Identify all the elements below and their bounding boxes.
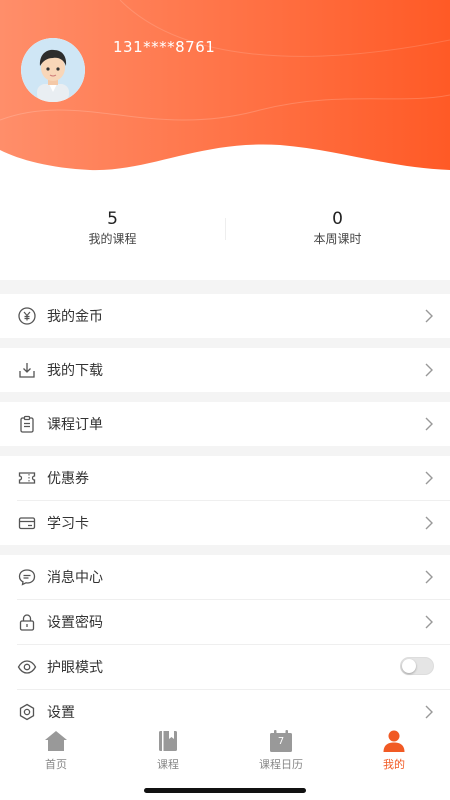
tab-label: 课程 bbox=[157, 758, 179, 771]
gear-icon bbox=[17, 702, 37, 722]
menu-item-orders[interactable]: 课程订单 bbox=[0, 402, 450, 446]
stat-weekly-hours[interactable]: 0 本周课时 bbox=[225, 208, 450, 248]
menu-item-label: 我的金币 bbox=[47, 309, 103, 325]
chevron-right-icon bbox=[425, 570, 433, 584]
avatar[interactable] bbox=[21, 38, 85, 102]
menu-item-label: 设置 bbox=[47, 705, 75, 721]
chevron-right-icon bbox=[425, 705, 433, 719]
tab-course-calendar[interactable]: 7 课程日历 bbox=[225, 726, 337, 772]
section-separator bbox=[0, 338, 450, 348]
menu-item-downloads[interactable]: 我的下载 bbox=[0, 348, 450, 392]
message-icon bbox=[17, 567, 37, 587]
download-icon bbox=[17, 360, 37, 380]
menu-item-label: 优惠券 bbox=[47, 471, 89, 487]
lock-icon bbox=[17, 612, 37, 632]
menu-item-label: 护眼模式 bbox=[47, 660, 103, 676]
stat-label: 我的课程 bbox=[88, 232, 137, 246]
tab-label: 我的 bbox=[383, 758, 405, 771]
home-indicator bbox=[144, 788, 306, 793]
home-icon bbox=[0, 728, 112, 752]
person-icon bbox=[338, 728, 450, 752]
book-icon bbox=[112, 728, 224, 752]
menu-item-messages[interactable]: 消息中心 bbox=[0, 555, 450, 599]
menu-item-label: 学习卡 bbox=[47, 516, 89, 532]
tab-label: 课程日历 bbox=[259, 758, 303, 771]
stats-panel: 5 我的课程 0 本周课时 bbox=[0, 204, 450, 264]
card-icon bbox=[17, 513, 37, 533]
eye-mode-toggle[interactable] bbox=[400, 657, 434, 675]
chevron-right-icon bbox=[425, 309, 433, 323]
menu-item-label: 我的下载 bbox=[47, 363, 103, 379]
calendar-day: 7 bbox=[277, 736, 285, 747]
section-separator bbox=[0, 280, 450, 294]
chevron-right-icon bbox=[425, 516, 433, 530]
menu-item-label: 课程订单 bbox=[47, 417, 103, 433]
menu-item-eye-mode: 护眼模式 bbox=[0, 645, 450, 689]
section-separator bbox=[0, 392, 450, 402]
menu-item-set-password[interactable]: 设置密码 bbox=[0, 600, 450, 644]
avatar-image bbox=[21, 38, 85, 102]
tab-courses[interactable]: 课程 bbox=[112, 726, 224, 772]
section-separator bbox=[0, 446, 450, 456]
tab-home[interactable]: 首页 bbox=[0, 726, 112, 772]
stat-value: 0 bbox=[332, 209, 343, 229]
chevron-right-icon bbox=[425, 417, 433, 431]
stat-label: 本周课时 bbox=[313, 232, 362, 246]
toggle-knob bbox=[402, 659, 416, 673]
tab-mine[interactable]: 我的 bbox=[338, 726, 450, 772]
chevron-right-icon bbox=[425, 471, 433, 485]
stat-value: 5 bbox=[107, 209, 118, 229]
menu-item-coins[interactable]: 我的金币 bbox=[0, 294, 450, 338]
eye-icon bbox=[17, 657, 37, 677]
stat-my-courses[interactable]: 5 我的课程 bbox=[0, 208, 225, 248]
user-phone: 131****8761 bbox=[113, 38, 216, 56]
coin-icon bbox=[17, 306, 37, 326]
menu-item-label: 消息中心 bbox=[47, 570, 103, 586]
menu-item-study-card[interactable]: 学习卡 bbox=[0, 501, 450, 545]
clipboard-icon bbox=[17, 414, 37, 434]
calendar-icon: 7 bbox=[225, 728, 337, 752]
tab-label: 首页 bbox=[45, 758, 67, 771]
section-separator bbox=[0, 545, 450, 555]
chevron-right-icon bbox=[425, 363, 433, 377]
menu-item-label: 设置密码 bbox=[47, 615, 103, 631]
menu-item-coupons[interactable]: 优惠券 bbox=[0, 456, 450, 500]
profile-header: 131****8761 bbox=[0, 0, 450, 200]
chevron-right-icon bbox=[425, 615, 433, 629]
coupon-icon bbox=[17, 468, 37, 488]
